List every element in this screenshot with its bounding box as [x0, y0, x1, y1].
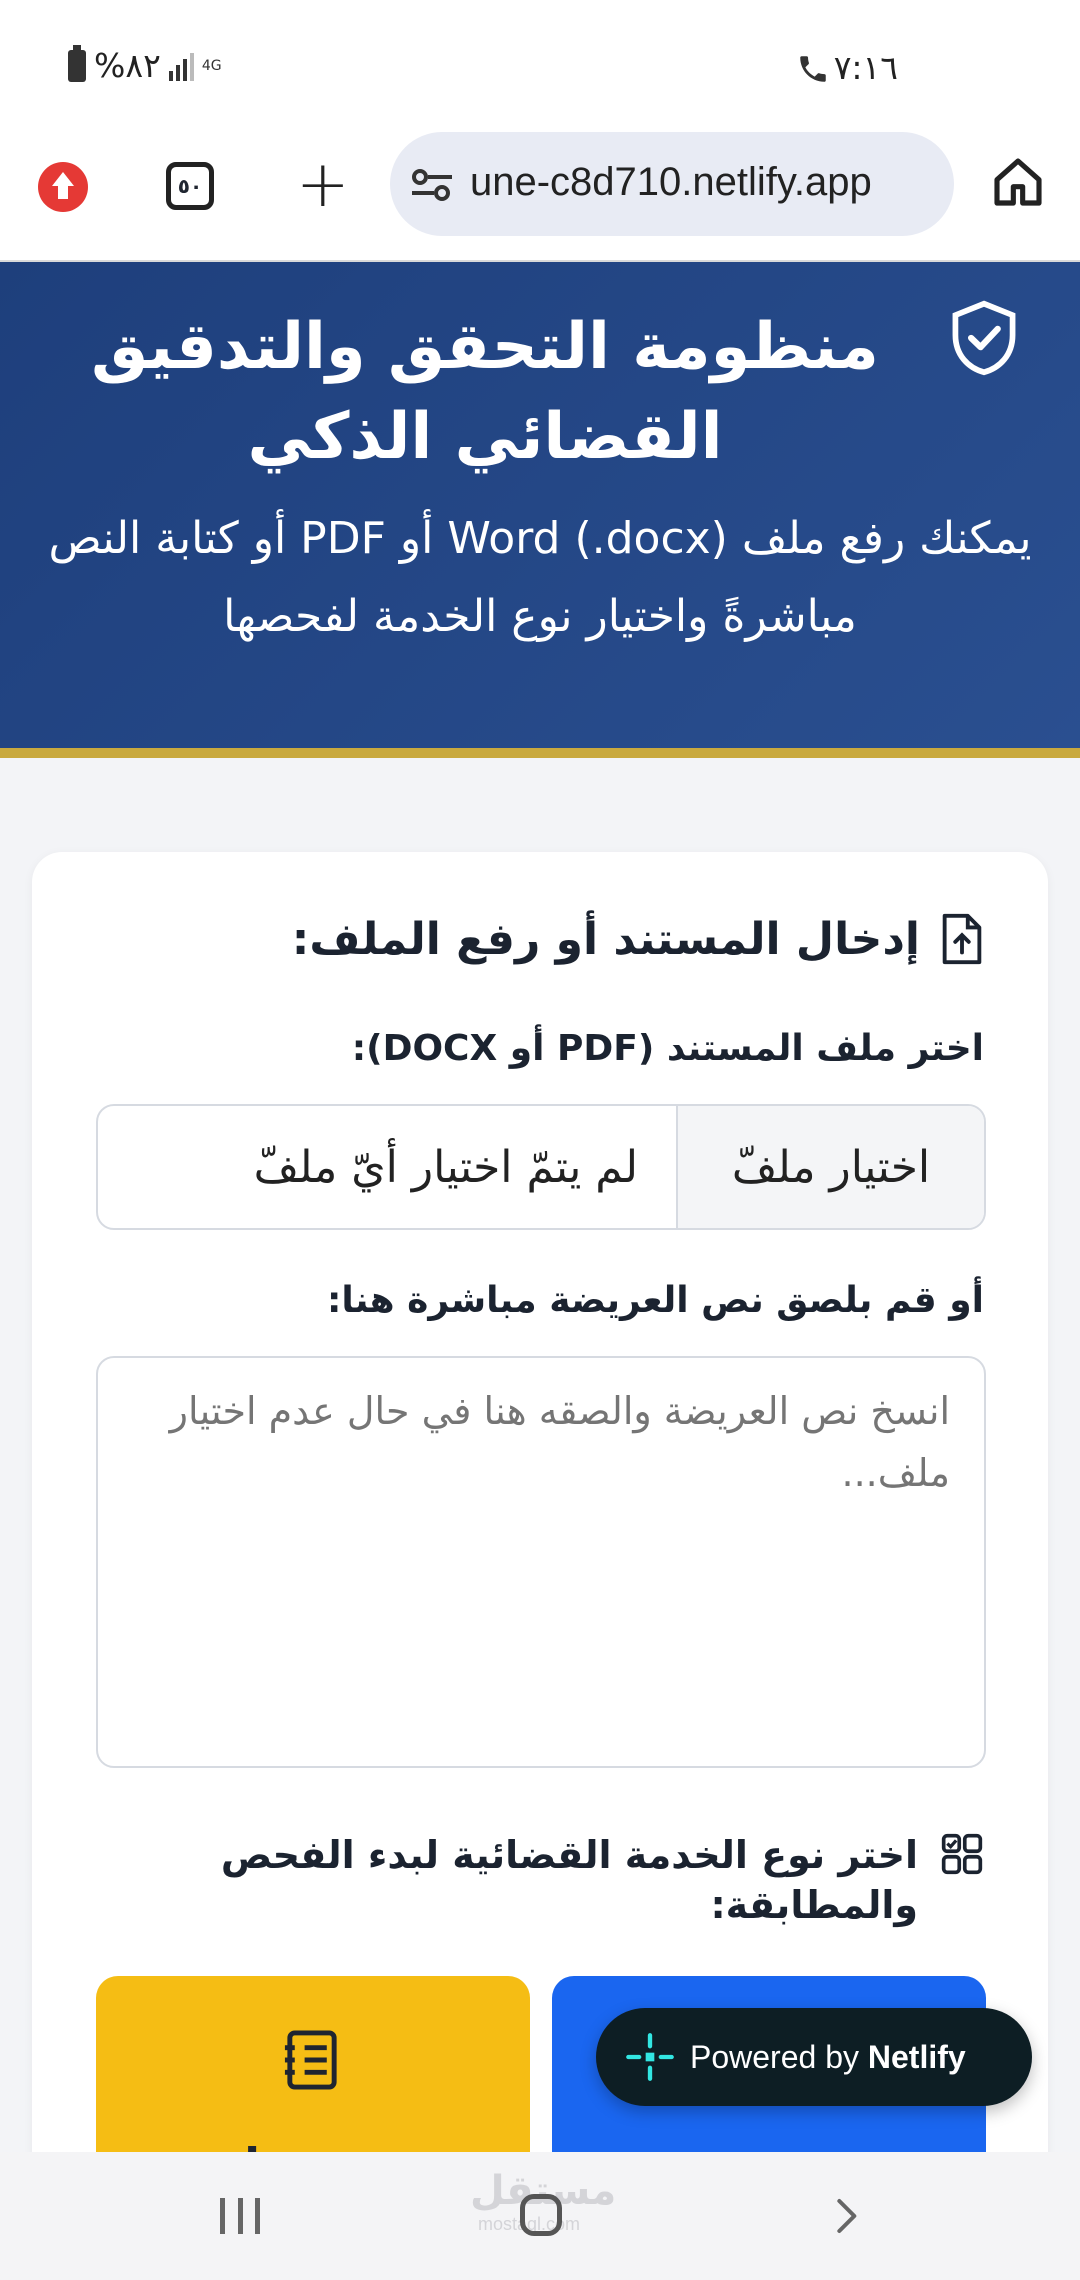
file-label: اختر ملف المستند (PDF أو DOCX): [351, 1028, 984, 1069]
document-list-icon [284, 2030, 337, 2090]
file-upload-icon [942, 913, 982, 965]
text-label: أو قم بلصق نص العريضة مباشرة هنا: [327, 1280, 984, 1321]
home-icon[interactable] [990, 154, 1046, 210]
battery-icon [68, 44, 86, 82]
file-status: لم يتمّ اختيار أيّ ملفّ [253, 1141, 638, 1193]
clock: ٧:١٦ [833, 48, 898, 87]
netlify-brand: Netlify [867, 2038, 966, 2075]
netlify-logo-icon [626, 2033, 674, 2081]
status-bar: %٨٢ 4G ٧:١٦ [0, 0, 1080, 132]
netlify-badge[interactable]: Powered by Netlify [596, 2008, 1032, 2106]
back-chevron-icon[interactable] [826, 2196, 866, 2236]
network-type: 4G [201, 57, 222, 74]
page-subtitle: يمكنك رفع ملف Word (.docx) أو PDF أو كتا… [48, 513, 1032, 642]
netlify-prefix: Powered by [690, 2038, 859, 2075]
battery-level: %٨٢ [94, 46, 161, 85]
wifi-call-icon [800, 56, 826, 82]
address-bar[interactable]: une-c8d710.netlify.app [390, 132, 954, 236]
section-title: إدخال المستند أو رفع الملف: [291, 913, 920, 965]
service-title: اختر نوع الخدمة القضائية لبدء الفحص والم… [220, 1833, 918, 1927]
file-input[interactable]: اختيار ملفّ لم يتمّ اختيار أيّ ملفّ [96, 1104, 986, 1230]
recent-apps-button[interactable] [220, 2198, 260, 2234]
system-nav-bar: مستقل mostaql.com [0, 2152, 1080, 2280]
choose-file-button[interactable]: اختيار ملفّ [676, 1106, 984, 1228]
signal-icon [168, 51, 194, 81]
page-title: منظومة التحقق والتدقيق القضائي الذكي [91, 310, 879, 474]
petition-text-input[interactable] [96, 1356, 986, 1768]
netlify-text: Powered by Netlify [690, 2039, 966, 2076]
site-settings-icon[interactable] [410, 168, 454, 202]
upload-extension-icon[interactable] [38, 162, 88, 212]
home-button[interactable] [520, 2194, 562, 2236]
url-text: une-c8d710.netlify.app [470, 160, 872, 204]
tab-switcher-button[interactable]: ٥٠ [166, 162, 214, 210]
browser-toolbar: ٥٠ + une-c8d710.netlify.app [0, 132, 1080, 262]
new-tab-button[interactable]: + [296, 150, 350, 220]
page-header: منظومة التحقق والتدقيق القضائي الذكي يمك… [0, 262, 1080, 758]
status-left: %٨٢ 4G [68, 44, 222, 85]
section-header: إدخال المستند أو رفع الملف: [292, 912, 984, 966]
